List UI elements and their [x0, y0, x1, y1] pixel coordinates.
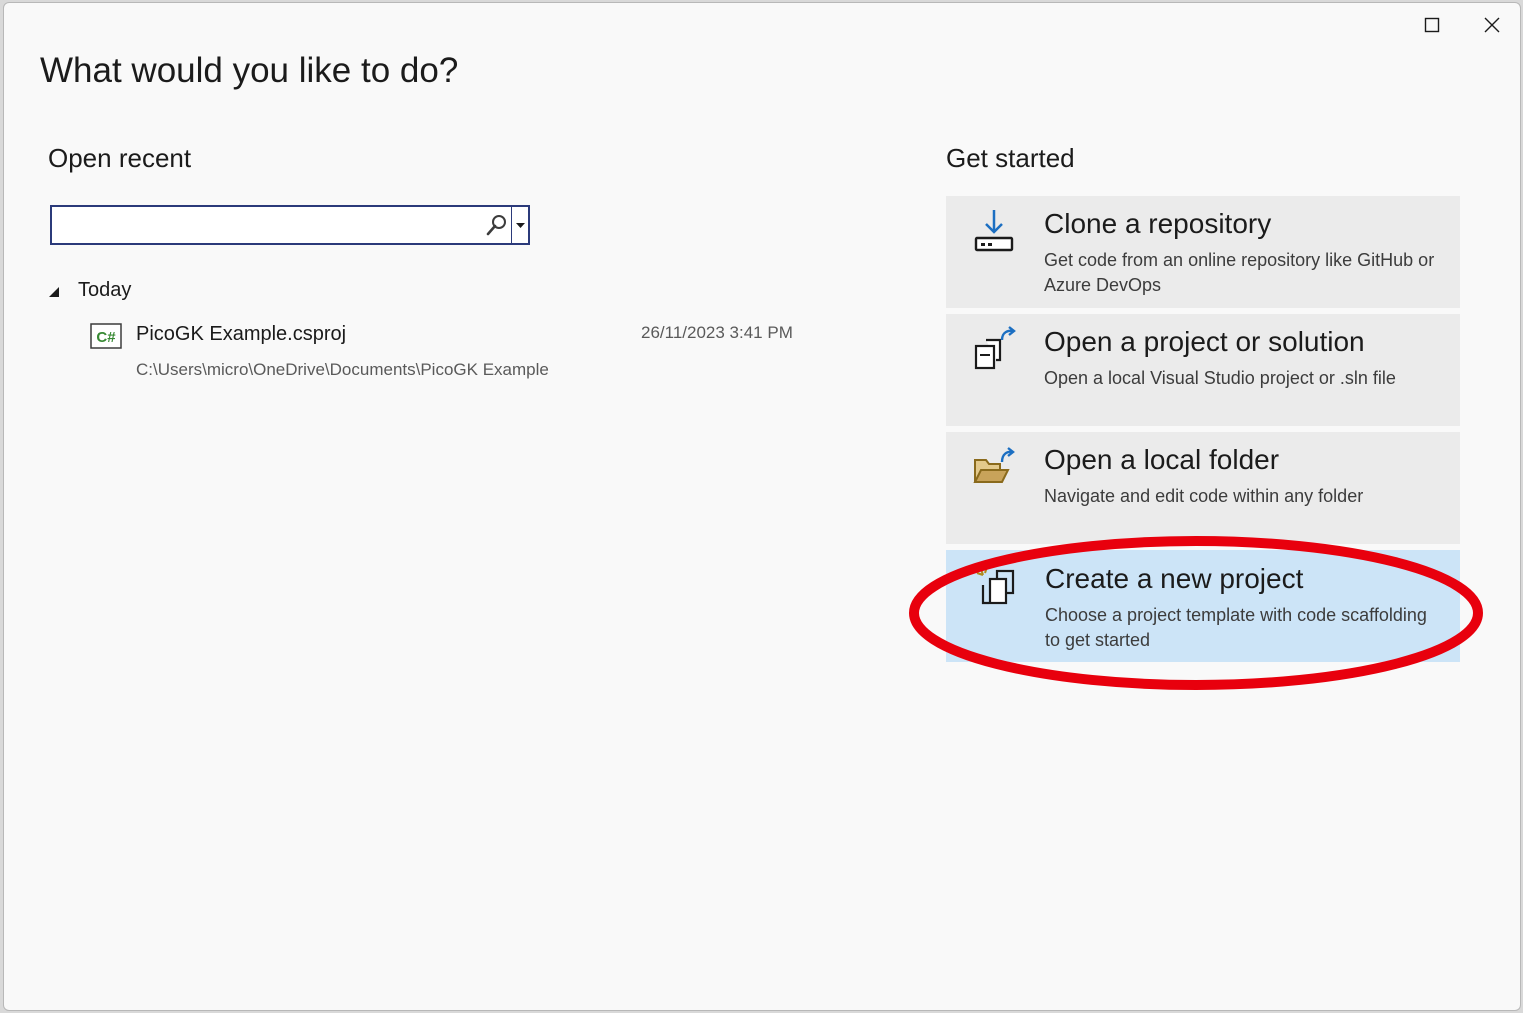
new-project-icon: [973, 563, 1017, 609]
clone-repository-card[interactable]: Clone a repository Get code from an onli…: [946, 196, 1460, 308]
recent-item-path: C:\Users\micro\OneDrive\Documents\PicoGK…: [136, 360, 549, 379]
search-icon[interactable]: [486, 214, 508, 236]
search-dropdown-button[interactable]: [511, 207, 529, 243]
csharp-project-icon: C#: [90, 323, 122, 349]
search-input[interactable]: [56, 210, 480, 242]
card-description: Choose a project template with code scaf…: [1045, 605, 1427, 650]
card-title: Clone a repository: [1044, 208, 1272, 239]
clone-download-icon: [972, 208, 1016, 254]
collapse-triangle-icon[interactable]: [48, 285, 60, 297]
card-description: Open a local Visual Studio project or .s…: [1044, 368, 1396, 388]
get-started-heading: Get started: [946, 143, 1075, 173]
maximize-button[interactable]: [1409, 9, 1455, 41]
recent-item[interactable]: C# PicoGK Example.csproj 26/11/2023 3:41…: [88, 315, 828, 389]
card-description: Navigate and edit code within any folder: [1044, 486, 1364, 506]
open-project-icon: [972, 326, 1016, 372]
chevron-down-icon: [516, 216, 525, 234]
close-icon: [1484, 17, 1500, 33]
close-button[interactable]: [1469, 9, 1515, 41]
open-folder-icon: [972, 444, 1016, 490]
maximize-icon: [1424, 17, 1440, 33]
create-new-project-card[interactable]: Create a new project Choose a project te…: [946, 550, 1460, 662]
open-folder-card[interactable]: Open a local folder Navigate and edit co…: [946, 432, 1460, 544]
page-title: What would you like to do?: [40, 51, 459, 90]
card-title: Create a new project: [1045, 563, 1304, 594]
recent-item-name: PicoGK Example.csproj: [136, 323, 347, 345]
group-label: Today: [78, 279, 132, 301]
card-description: Get code from an online repository like …: [1044, 250, 1435, 295]
open-project-card[interactable]: Open a project or solution Open a local …: [946, 314, 1460, 426]
svg-text:C#: C#: [96, 329, 116, 346]
recent-search-box[interactable]: [50, 205, 530, 245]
start-window: What would you like to do? Open recent T…: [3, 2, 1521, 1011]
card-title: Open a project or solution: [1044, 326, 1365, 357]
open-recent-heading: Open recent: [48, 143, 192, 173]
recent-group-today[interactable]: Today: [48, 279, 131, 302]
recent-item-date: 26/11/2023 3:41 PM: [641, 323, 793, 342]
card-title: Open a local folder: [1044, 444, 1280, 475]
